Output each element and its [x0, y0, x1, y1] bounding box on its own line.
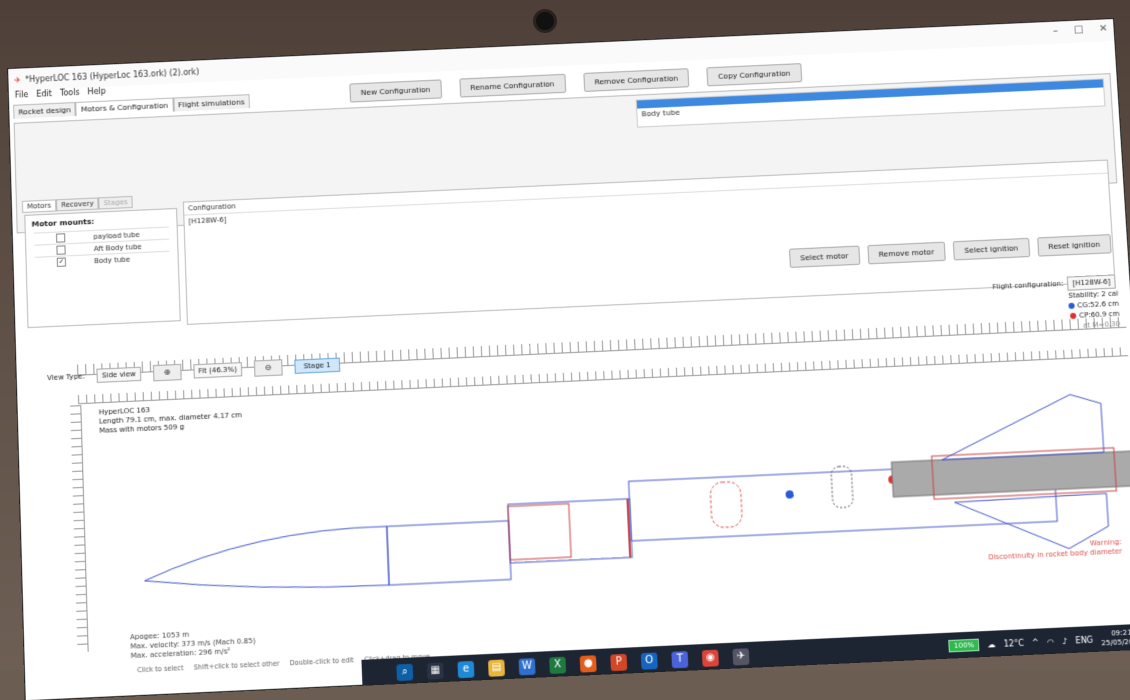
search-icon[interactable]: ⌕ — [396, 663, 414, 682]
weather-icon[interactable]: ☁ — [987, 639, 996, 649]
stability-readout: Stability: 2 cal CG:52.6 cm CP:60.9 cm a… — [1067, 288, 1120, 331]
remove-motor-button[interactable]: Remove motor — [867, 241, 946, 265]
cp-icon — [1070, 312, 1077, 320]
stage-1-toggle[interactable]: Stage 1 — [294, 357, 341, 374]
reset-ignition-button[interactable]: Reset ignition — [1036, 234, 1112, 257]
cg-marker — [785, 490, 794, 499]
view-type-label: View Type: — [46, 372, 85, 383]
stability-value: 2 cal — [1101, 289, 1119, 299]
close-icon[interactable]: ✕ — [1099, 23, 1108, 34]
window-controls: – □ ✕ — [1053, 23, 1108, 36]
teams-icon[interactable]: T — [671, 651, 689, 669]
checkbox[interactable] — [56, 233, 66, 243]
file-explorer-icon[interactable]: ▤ — [488, 659, 506, 677]
hint: Click to select — [137, 663, 184, 675]
outlook-icon[interactable]: O — [640, 652, 658, 670]
excel-icon[interactable]: X — [549, 656, 567, 674]
app-window: ✈ *HyperLOC 163 (HyperLoc 163.ork) (2).o… — [8, 18, 1130, 700]
menu-help[interactable]: Help — [87, 87, 106, 102]
volume-icon[interactable]: ♪ — [1062, 636, 1068, 646]
zoom-out-icon[interactable]: ⊖ — [253, 359, 283, 377]
tab-flight-simulations[interactable]: Flight simulations — [172, 94, 250, 112]
flight-configuration-label: Flight configuration: — [992, 279, 1064, 292]
webcam — [536, 12, 554, 30]
mount-label: payload tube — [93, 230, 140, 241]
battery-indicator[interactable]: 100% — [948, 638, 980, 653]
zoom-select[interactable]: Fit (46.3%) — [193, 362, 243, 379]
motor[interactable] — [891, 451, 1130, 497]
tab-motors-configuration[interactable]: Motors & Configuration — [75, 97, 174, 117]
body-tube-payload[interactable] — [387, 521, 511, 585]
hint: Double-click to edit — [289, 656, 355, 668]
mount-label: Body tube — [93, 255, 131, 265]
wifi-icon[interactable]: ◠ — [1047, 637, 1055, 647]
vertical-ruler — [70, 405, 89, 653]
weather-temp[interactable]: 12°C — [1003, 638, 1024, 648]
rename-configuration-button[interactable]: Rename Configuration — [458, 73, 566, 98]
tab-stages[interactable]: Stages — [98, 195, 133, 210]
zoom-in-icon[interactable]: ⊕ — [152, 363, 182, 382]
openrocket-icon[interactable]: ✈ — [732, 648, 750, 666]
clock-date: 25/05/2022 — [1101, 637, 1130, 648]
new-configuration-button[interactable]: New Configuration — [349, 79, 442, 103]
word-icon[interactable]: W — [518, 658, 536, 676]
window-title: *HyperLOC 163 (HyperLoc 163.ork) (2).ork… — [25, 66, 200, 84]
view-type-select[interactable]: Side view — [96, 366, 142, 383]
menu-tools[interactable]: Tools — [60, 88, 80, 103]
maximize-icon[interactable]: □ — [1073, 24, 1083, 35]
minimize-icon[interactable]: – — [1053, 25, 1059, 36]
parachute[interactable] — [710, 481, 743, 528]
select-ignition-button[interactable]: Select ignition — [952, 237, 1030, 261]
taskbar-icons: ⌕ ▦ e ▤ W X ● P O T ◉ ✈ — [396, 648, 750, 682]
checkbox-checked[interactable]: ✓ — [56, 257, 67, 267]
tab-motors[interactable]: Motors — [21, 199, 57, 213]
tab-rocket-design[interactable]: Rocket design — [13, 101, 77, 119]
mount-label: Aft Body tube — [93, 242, 142, 253]
tab-recovery[interactable]: Recovery — [55, 197, 99, 212]
checkbox[interactable] — [56, 245, 66, 255]
menu-edit[interactable]: Edit — [36, 89, 52, 104]
task-view-icon[interactable]: ▦ — [426, 662, 444, 680]
chevron-up-icon[interactable]: ^ — [1032, 637, 1039, 647]
simulation-stats: Apogee: 1053 m Max. velocity: 373 m/s (M… — [130, 627, 256, 661]
chrome-icon[interactable]: ◉ — [701, 649, 719, 667]
coupler[interactable] — [508, 504, 571, 560]
clock[interactable]: 09:21 25/05/2022 — [1101, 628, 1130, 649]
powerpoint-icon[interactable]: P — [610, 653, 628, 672]
language-indicator[interactable]: ENG — [1075, 635, 1093, 645]
copy-configuration-button[interactable]: Copy Configuration — [706, 63, 802, 87]
select-motor-button[interactable]: Select motor — [788, 245, 861, 268]
stability-label: Stability: — [1068, 290, 1100, 300]
menu-file[interactable]: File — [15, 90, 29, 105]
nose-cone[interactable] — [143, 526, 389, 596]
cg-icon — [1068, 302, 1075, 310]
remove-configuration-button[interactable]: Remove Configuration — [582, 68, 690, 92]
motor-mounts-panel: Motor mounts: payload tube Aft Body tube… — [24, 207, 181, 329]
app-icon: ✈ — [14, 74, 22, 85]
rocket-drawing[interactable] — [98, 340, 1130, 613]
